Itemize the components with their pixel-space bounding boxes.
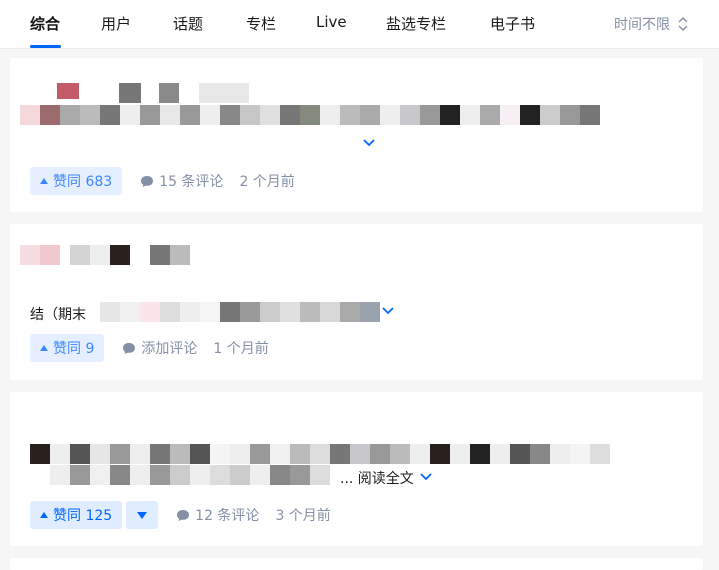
tab-topics[interactable]: 话题 bbox=[173, 13, 203, 34]
post-time: 1 个月前 bbox=[213, 341, 269, 357]
card-action-bar: 赞同 125 12 条评论 3 个月前 bbox=[30, 501, 331, 529]
tab-all[interactable]: 综合 bbox=[30, 13, 60, 34]
comments-button[interactable]: 15 条评论 bbox=[140, 171, 223, 191]
comments-count: 12 条评论 bbox=[195, 508, 260, 524]
blurred-excerpt bbox=[50, 465, 330, 485]
post-time: 3 个月前 bbox=[275, 508, 331, 524]
blurred-title bbox=[20, 245, 190, 265]
card-action-bar: 赞同 683 15 条评论 2 个月前 bbox=[30, 167, 295, 195]
active-tab-indicator bbox=[30, 45, 61, 48]
search-tab-bar: 综合 用户 话题 专栏 Live 盐选专栏 电子书 时间不限 bbox=[0, 0, 719, 49]
comments-count: 15 条评论 bbox=[159, 174, 224, 190]
search-result-card: 结（期末 赞同 9 添加评论 1 个月前 bbox=[10, 224, 703, 380]
tab-columns[interactable]: 专栏 bbox=[246, 13, 276, 34]
tab-salt-columns[interactable]: 盐选专栏 bbox=[386, 13, 446, 34]
sort-chevron-icon bbox=[678, 16, 688, 32]
card-action-bar: 赞同 9 添加评论 1 个月前 bbox=[30, 334, 269, 362]
expand-chevron-icon[interactable] bbox=[382, 306, 394, 316]
time-filter-select[interactable]: 时间不限 bbox=[614, 14, 690, 34]
search-result-card: 赞同 683 15 条评论 2 个月前 bbox=[10, 58, 703, 212]
comment-bubble-icon bbox=[141, 175, 154, 187]
blurred-excerpt bbox=[20, 105, 600, 125]
upvote-button[interactable]: 赞同 683 bbox=[30, 167, 123, 195]
comments-button[interactable]: 添加评论 bbox=[122, 338, 197, 358]
blurred-excerpt bbox=[30, 444, 610, 464]
search-result-card: ... 阅读全文 赞同 125 12 条评论 3 个月前 bbox=[10, 392, 703, 546]
comments-count: 添加评论 bbox=[141, 341, 198, 357]
upvote-arrow-icon bbox=[40, 344, 48, 351]
expand-chevron-icon bbox=[420, 473, 432, 481]
upvote-button[interactable]: 赞同 125 bbox=[30, 501, 123, 529]
result-snippet: 结（期末 bbox=[30, 307, 86, 323]
upvote-label: 赞同 683 bbox=[53, 174, 113, 190]
upvote-button[interactable]: 赞同 9 bbox=[30, 334, 105, 362]
comments-button[interactable]: 12 条评论 bbox=[176, 505, 259, 525]
upvote-arrow-icon bbox=[40, 511, 48, 518]
read-full-link[interactable]: ... 阅读全文 bbox=[340, 468, 432, 488]
blurred-title bbox=[57, 83, 249, 103]
comment-bubble-icon bbox=[123, 342, 136, 354]
read-full-label: ... 阅读全文 bbox=[340, 471, 414, 487]
upvote-label: 赞同 9 bbox=[53, 341, 95, 357]
blurred-excerpt bbox=[100, 302, 380, 322]
upvote-label: 赞同 125 bbox=[53, 508, 113, 524]
downvote-arrow-icon bbox=[137, 511, 148, 519]
upvote-arrow-icon bbox=[40, 177, 48, 184]
expand-chevron-icon[interactable] bbox=[363, 138, 375, 148]
time-filter-label: 时间不限 bbox=[614, 17, 670, 33]
comment-bubble-icon bbox=[177, 509, 190, 521]
tab-users[interactable]: 用户 bbox=[101, 13, 131, 34]
search-result-card bbox=[10, 558, 703, 570]
post-time: 2 个月前 bbox=[239, 174, 295, 190]
tab-ebooks[interactable]: 电子书 bbox=[490, 13, 535, 34]
tab-live[interactable]: Live bbox=[316, 13, 347, 31]
downvote-button[interactable] bbox=[126, 501, 159, 529]
